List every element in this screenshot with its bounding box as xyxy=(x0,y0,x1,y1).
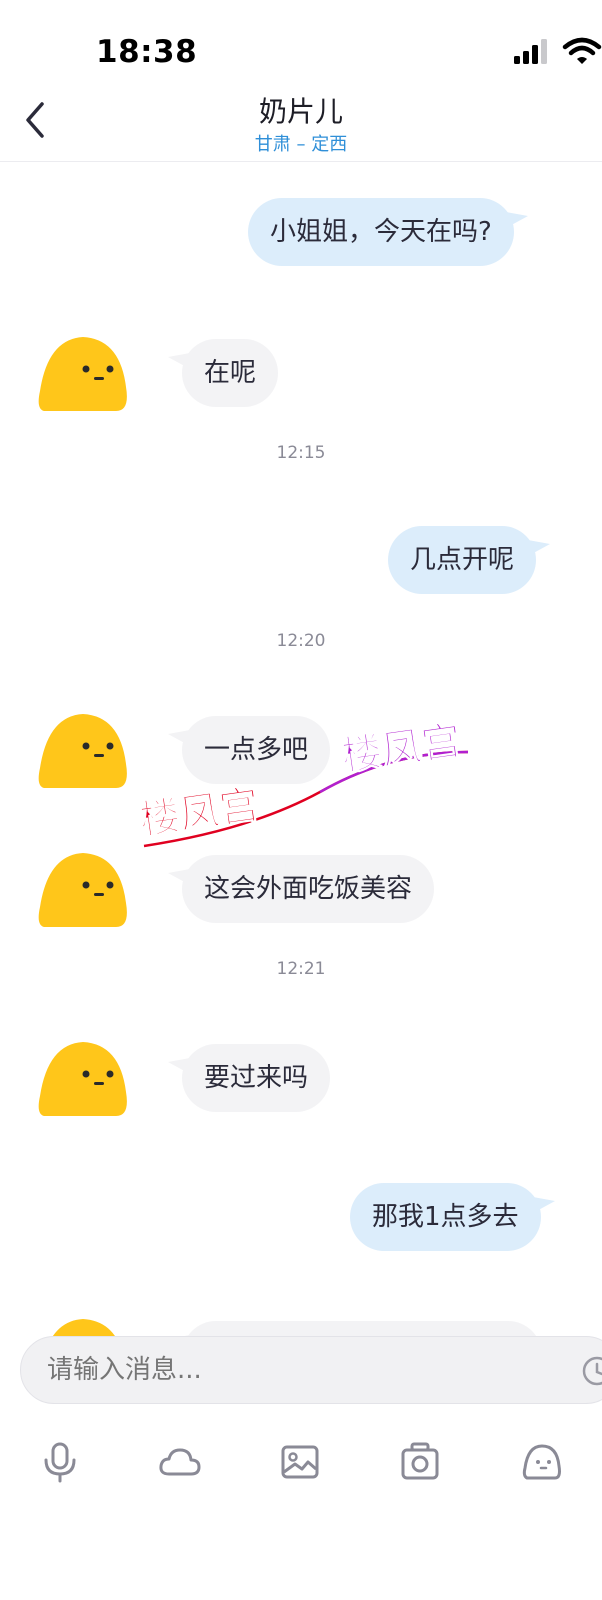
message-bubble-outgoing[interactable]: 那我1点多去 xyxy=(350,1183,541,1251)
contact-avatar-icon[interactable] xyxy=(36,331,130,417)
camera-icon[interactable] xyxy=(396,1438,444,1486)
message-bubble-incoming[interactable]: 这会外面吃饭美容 xyxy=(182,855,435,923)
contact-avatar-icon[interactable] xyxy=(36,708,130,794)
wifi-icon xyxy=(562,37,602,64)
emoji-icon[interactable] xyxy=(518,1438,566,1486)
message-bubble-outgoing[interactable]: 几点开呢 xyxy=(388,526,537,594)
chat-header: 奶片儿 甘肃 – 定西 xyxy=(0,90,602,162)
cloud-icon[interactable] xyxy=(156,1438,204,1486)
cellular-signal-icon xyxy=(514,39,547,64)
contact-avatar-icon[interactable] xyxy=(36,1036,130,1122)
message-composer[interactable] xyxy=(20,1336,602,1404)
message-bubble-incoming[interactable]: 一点多吧 xyxy=(182,716,331,784)
message-timestamp: 12:21 xyxy=(276,959,326,979)
contact-location: 甘肃 – 定西 xyxy=(254,134,348,155)
message-bubble-incoming[interactable]: 要过来吗 xyxy=(182,1044,331,1112)
input-toolbar xyxy=(0,1428,602,1498)
image-icon[interactable] xyxy=(276,1438,324,1486)
contact-name: 奶片儿 xyxy=(258,95,343,128)
message-input[interactable] xyxy=(47,1337,567,1403)
mic-icon[interactable] xyxy=(36,1438,84,1486)
message-bubble-outgoing[interactable]: 小姐姐，今天在吗? xyxy=(248,198,514,266)
message-list: 小姐姐，今天在吗? 在呢 12:15 几点开呢 12:20 一点多吧 这会外面吃… xyxy=(0,163,602,1353)
clock-icon[interactable] xyxy=(581,1355,602,1387)
message-bubble-incoming[interactable]: 在呢 xyxy=(182,339,279,407)
message-timestamp: 12:15 xyxy=(276,443,326,463)
status-bar: 18:38 xyxy=(0,0,602,90)
message-timestamp: 12:20 xyxy=(276,631,326,651)
contact-avatar-icon[interactable] xyxy=(36,847,130,933)
status-time: 18:38 xyxy=(96,34,198,70)
